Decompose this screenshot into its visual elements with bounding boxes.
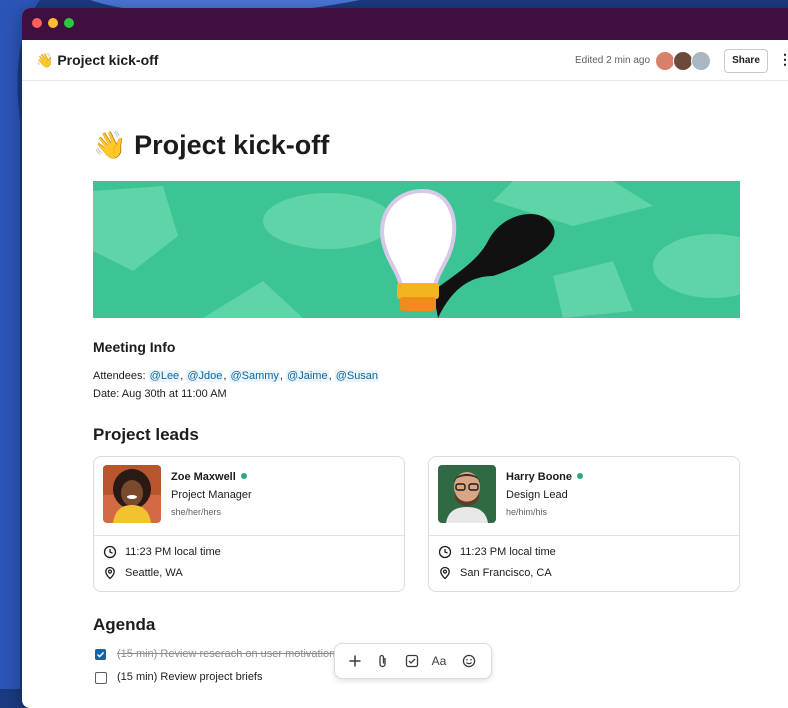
- person-pronouns: she/her/hers: [171, 507, 222, 517]
- waving-hand-icon: 👋: [93, 130, 127, 160]
- local-time: 11:23 PM local time: [125, 546, 221, 558]
- more-options-icon[interactable]: ⋮: [778, 51, 788, 68]
- page-title: 👋 Project kick-off: [93, 130, 330, 160]
- clock-icon: [103, 545, 117, 559]
- person-pronouns: he/him/his: [506, 507, 548, 517]
- emoji-icon[interactable]: [459, 651, 479, 671]
- location: Seattle, WA: [125, 567, 183, 579]
- close-window-button[interactable]: [32, 18, 42, 28]
- attendees-line: Attendees: @Lee, @Jdoe, @Sammy, @Jaime, …: [93, 370, 380, 382]
- avatar: [103, 465, 161, 523]
- minimize-window-button[interactable]: [48, 18, 58, 28]
- checkbox-icon[interactable]: [402, 651, 422, 671]
- project-leads-heading: Project leads: [93, 425, 199, 444]
- canvas-header: 👋 Project kick-off Edited 2 min ago Shar…: [22, 40, 788, 81]
- share-button[interactable]: Share: [724, 49, 768, 73]
- location-pin-icon: [105, 566, 115, 580]
- location: San Francisco, CA: [460, 567, 552, 579]
- local-time: 11:23 PM local time: [460, 546, 556, 558]
- collaborator-avatar[interactable]: [655, 51, 675, 71]
- collaborator-avatar[interactable]: [691, 51, 711, 71]
- profile-card-zoe-maxwell[interactable]: Zoe Maxwell Project Manager she/her/hers…: [93, 456, 405, 592]
- maximize-window-button[interactable]: [64, 18, 74, 28]
- meeting-date: Date: Aug 30th at 11:00 AM: [93, 388, 227, 400]
- agenda-item: (15 min) Review reserach on user motivat…: [117, 648, 341, 660]
- mention-jaime[interactable]: @Jaime: [286, 370, 329, 382]
- edited-timestamp: Edited 2 min ago: [575, 55, 651, 66]
- person-name[interactable]: Harry Boone: [506, 471, 584, 483]
- meeting-info-heading: Meeting Info: [93, 339, 176, 355]
- agenda-checkbox[interactable]: [95, 672, 107, 684]
- location-pin-icon: [440, 566, 450, 580]
- mention-lee[interactable]: @Lee: [148, 370, 181, 382]
- waving-hand-icon: 👋: [36, 52, 54, 68]
- person-name[interactable]: Zoe Maxwell: [171, 471, 247, 483]
- app-window: 👋 Project kick-off Edited 2 min ago Shar…: [22, 8, 788, 708]
- floating-format-toolbar: Aa: [334, 643, 492, 679]
- avatar: [438, 465, 496, 523]
- mention-sammy[interactable]: @Sammy: [229, 370, 280, 382]
- agenda-item: (15 min) Review project briefs: [117, 671, 263, 683]
- text-format-icon[interactable]: Aa: [429, 651, 449, 671]
- plus-icon[interactable]: [345, 651, 365, 671]
- clock-icon: [438, 545, 452, 559]
- person-role: Project Manager: [171, 489, 252, 501]
- online-status-icon: [240, 473, 247, 479]
- card-divider: [94, 535, 404, 536]
- mention-susan[interactable]: @Susan: [334, 370, 380, 382]
- collaborator-avatar[interactable]: [673, 51, 693, 71]
- canvas-header-title[interactable]: 👋 Project kick-off: [36, 52, 158, 69]
- profile-card-harry-boone[interactable]: Harry Boone Design Lead he/him/his 11:23…: [428, 456, 740, 592]
- mention-jdoe[interactable]: @Jdoe: [186, 370, 224, 382]
- paperclip-icon[interactable]: [373, 651, 393, 671]
- card-divider: [429, 535, 739, 536]
- online-status-icon: [577, 473, 584, 479]
- window-titlebar: [22, 8, 788, 40]
- person-role: Design Lead: [506, 489, 568, 501]
- agenda-checkbox-checked[interactable]: [95, 649, 106, 660]
- banner-image: [93, 181, 740, 318]
- agenda-heading: Agenda: [93, 615, 156, 634]
